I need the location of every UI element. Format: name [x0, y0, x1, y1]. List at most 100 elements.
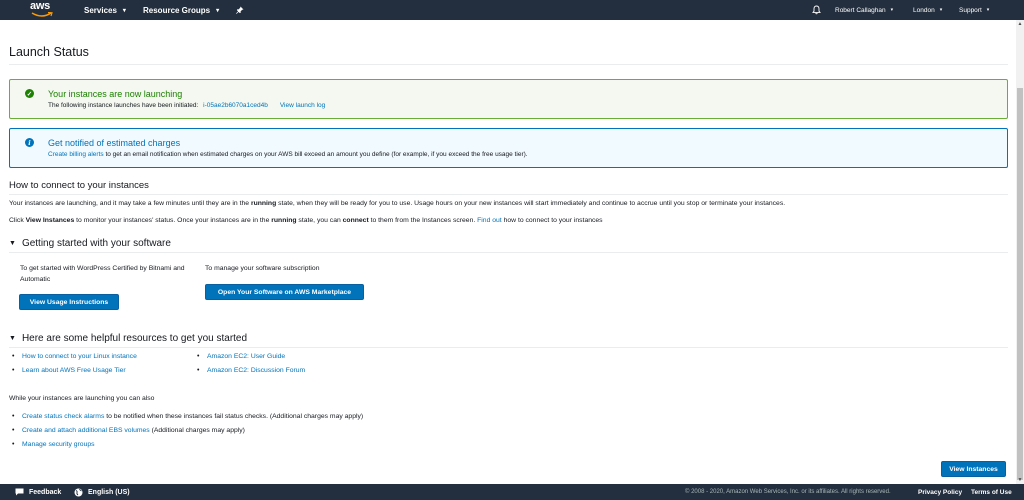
list-item: Manage security groups [11, 438, 363, 452]
text: Your instances are launching, and it may… [9, 200, 251, 207]
connect-heading: How to connect to your instances [9, 180, 149, 191]
info-alert-title: Get notified of estimated charges [48, 138, 181, 148]
support-menu[interactable]: Support ▾ [959, 0, 989, 20]
list-item: How to connect to your Linux instance [11, 350, 137, 364]
list-item-text: to be notified when these instances fail… [104, 413, 364, 420]
list-item-text: (Additional charges may apply) [149, 427, 245, 434]
divider [9, 64, 1008, 65]
success-alert: ✓ Your instances are now launching The f… [9, 79, 1008, 119]
divider [9, 347, 1008, 348]
region-menu[interactable]: London ▾ [913, 0, 942, 20]
language-selector[interactable]: English (US) [74, 484, 130, 500]
success-alert-body: The following instance launches have bee… [48, 102, 325, 109]
success-alert-title: Your instances are now launching [48, 89, 183, 99]
terms-of-use-link[interactable]: Terms of Use [971, 484, 1012, 500]
chevron-down-icon: ▾ [939, 7, 943, 13]
text: to monitor your instances' status. Once … [74, 217, 272, 224]
chevron-down-icon: ▾ [890, 7, 894, 13]
wordpress-text: To get started with WordPress Certified … [20, 265, 185, 283]
info-icon: i [25, 138, 34, 147]
subscription-text: To manage your software subscription [205, 265, 320, 272]
free-tier-link[interactable]: Learn about AWS Free Usage Tier [22, 367, 126, 374]
success-check-icon: ✓ [25, 89, 34, 98]
services-menu[interactable]: Services ▾ [84, 0, 126, 20]
emphasis: View Instances [25, 217, 75, 224]
support-label: Support [959, 6, 982, 14]
also-list: Create status check alarms to be notifie… [11, 410, 363, 452]
account-menu[interactable]: Robert Callaghan ▾ [835, 0, 893, 20]
list-item: Learn about AWS Free Usage Tier [11, 364, 137, 378]
resource-groups-label: Resource Groups [143, 5, 211, 15]
discussion-forum-link[interactable]: Amazon EC2: Discussion Forum [207, 367, 305, 374]
aws-logo[interactable]: aws [30, 1, 54, 19]
list-item: Amazon EC2: User Guide [196, 350, 305, 364]
success-alert-text: The following instance launches have bee… [48, 102, 199, 109]
open-marketplace-button[interactable]: Open Your Software on AWS Marketplace [205, 284, 364, 300]
create-billing-alerts-link[interactable]: Create billing alerts [48, 151, 104, 158]
language-label: English (US) [88, 488, 130, 496]
info-alert-text: to get an email notification when estima… [105, 151, 528, 158]
resources-left-list: How to connect to your Linux instance Le… [11, 350, 137, 378]
resources-toggle[interactable]: ▼ Here are some helpful resources to get … [9, 333, 247, 344]
info-alert-body: Create billing alerts to get an email no… [48, 151, 528, 158]
pin-icon [236, 6, 244, 14]
text: state, you can [296, 217, 343, 224]
caret-down-icon: ▼ [9, 335, 16, 342]
feedback-button[interactable]: Feedback [15, 484, 61, 500]
list-item: Amazon EC2: Discussion Forum [196, 364, 305, 378]
getting-started-toggle[interactable]: ▼ Getting started with your software [9, 238, 171, 249]
chevron-down-icon: ▾ [986, 7, 990, 13]
list-item: Create status check alarms to be notifie… [11, 410, 363, 424]
aws-smile-icon [31, 12, 53, 17]
also-heading: While your instances are launching you c… [9, 395, 155, 402]
caret-down-icon: ▼ [9, 240, 16, 247]
page-title: Launch Status [9, 45, 89, 59]
info-alert: i Get notified of estimated charges Crea… [9, 128, 1008, 168]
getting-started-heading: Getting started with your software [21, 238, 171, 249]
find-out-link[interactable]: Find out [477, 217, 502, 224]
top-navigation-bar: aws Services ▾ Resource Groups ▾ Robert Ca… [0, 0, 1024, 20]
resources-heading: Here are some helpful resources to get y… [21, 333, 248, 344]
bell-icon [812, 5, 821, 15]
instance-id-link[interactable]: i-05ae2b6070a1ced4b [203, 102, 268, 109]
scroll-thumb[interactable] [1017, 88, 1023, 480]
emphasis: connect [342, 217, 369, 224]
text: to them from the Instances screen. [368, 217, 478, 224]
view-launch-log-link[interactable]: View launch log [280, 102, 325, 109]
feedback-label: Feedback [29, 488, 62, 496]
ebs-volumes-link[interactable]: Create and attach additional EBS volumes [22, 427, 150, 434]
security-groups-link[interactable]: Manage security groups [22, 441, 95, 448]
feedback-icon [15, 488, 24, 496]
status-check-alarms-link[interactable]: Create status check alarms [22, 413, 104, 420]
logo-text: aws [30, 0, 50, 12]
footer: Feedback English (US) © 2008 - 2020, Ama… [0, 484, 1024, 500]
copyright-text: © 2008 - 2020, Amazon Web Services, Inc.… [685, 489, 891, 495]
scrollbar[interactable]: ▲ ▼ [1016, 20, 1024, 484]
view-usage-instructions-button[interactable]: View Usage Instructions [19, 294, 119, 310]
pin-button[interactable] [236, 0, 244, 20]
resources-right-list: Amazon EC2: User Guide Amazon EC2: Discu… [196, 350, 305, 378]
account-name: Robert Callaghan [835, 6, 886, 14]
region-name: London [913, 6, 935, 14]
globe-icon [74, 488, 83, 496]
divider [9, 194, 1008, 195]
scroll-up-icon[interactable]: ▲ [1016, 20, 1024, 28]
privacy-policy-link[interactable]: Privacy Policy [918, 484, 962, 500]
notifications-button[interactable] [812, 0, 821, 20]
text: Click [9, 217, 26, 224]
user-guide-link[interactable]: Amazon EC2: User Guide [207, 353, 285, 360]
linux-connect-link[interactable]: How to connect to your Linux instance [22, 353, 137, 360]
services-label: Services [84, 5, 117, 15]
text: how to connect to your instances [501, 217, 603, 224]
text: state, when they will be ready for you t… [276, 200, 786, 207]
list-item: Create and attach additional EBS volumes… [11, 424, 363, 438]
resource-groups-menu[interactable]: Resource Groups ▾ [143, 0, 219, 20]
divider [9, 252, 1008, 253]
view-instances-button[interactable]: View Instances [941, 461, 1006, 477]
emphasis: running [250, 200, 277, 207]
chevron-down-icon: ▾ [216, 7, 220, 14]
emphasis: running [271, 217, 297, 224]
scroll-down-icon[interactable]: ▼ [1016, 476, 1024, 484]
chevron-down-icon: ▾ [122, 7, 126, 14]
connect-paragraph-2: Click View Instances to monitor your ins… [9, 217, 603, 224]
